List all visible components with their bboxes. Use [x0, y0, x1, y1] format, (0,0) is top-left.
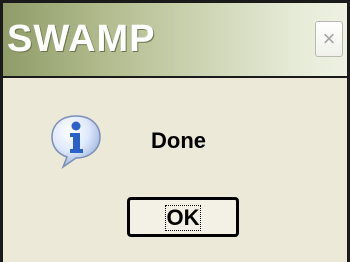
title-bar[interactable]: SWAMP ×	[3, 3, 347, 78]
close-icon: ×	[322, 26, 336, 51]
info-icon	[49, 113, 103, 170]
ok-button-label: OK	[166, 205, 200, 230]
message-text: Done	[151, 128, 206, 153]
window-title: SWAMP	[7, 18, 156, 60]
close-button[interactable]: ×	[315, 21, 343, 57]
message-dialog: SWAMP × Done OK	[0, 0, 350, 262]
ok-button[interactable]: OK	[127, 197, 239, 237]
